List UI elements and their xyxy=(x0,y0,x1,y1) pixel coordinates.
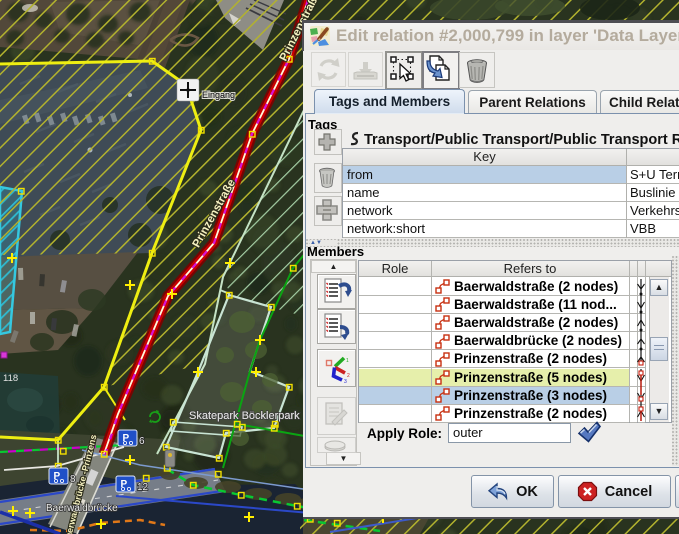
svg-text:8: 8 xyxy=(70,474,76,485)
svg-text:3: 3 xyxy=(344,379,347,384)
svg-text:Eingang: Eingang xyxy=(202,90,235,100)
svg-text:2: 2 xyxy=(347,373,350,379)
svg-text:Skatepark Böcklerpark: Skatepark Böcklerpark xyxy=(189,410,300,422)
svg-text:118: 118 xyxy=(3,373,18,384)
svg-text:1: 1 xyxy=(346,358,349,364)
svg-text:6: 6 xyxy=(139,436,145,447)
svg-text:12: 12 xyxy=(137,482,149,493)
svg-text:Baerwaldbrücke: Baerwaldbrücke xyxy=(46,503,118,514)
